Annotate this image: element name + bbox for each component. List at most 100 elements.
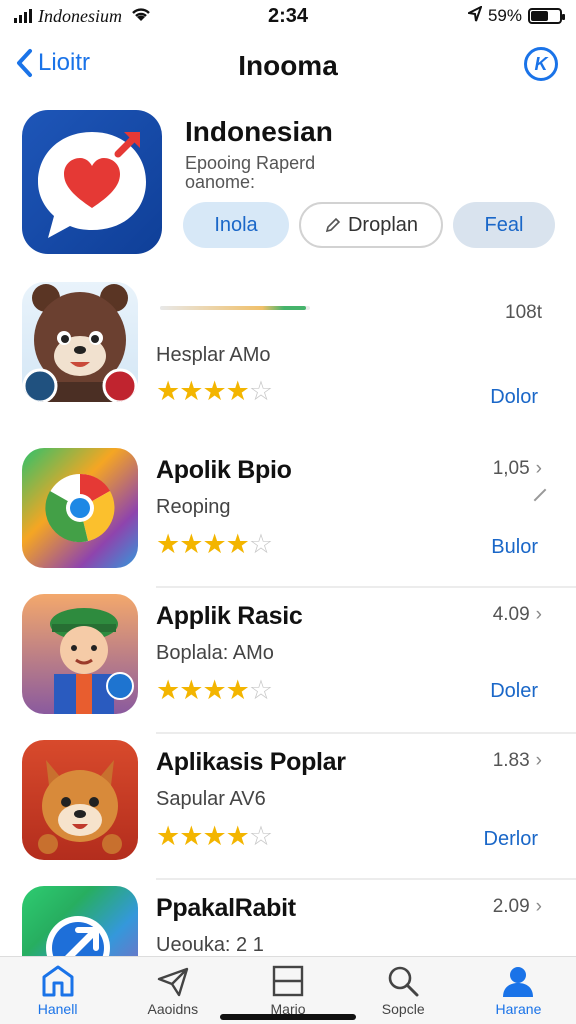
star-rating: ★★★★☆ [156,821,273,851]
tab-label: Sopcle [381,1001,425,1017]
app-count: 2.09 › [493,896,542,918]
star-empty-icon: ☆ [248,675,273,705]
list-item[interactable]: Hesplar AMo ★★★★☆ 108t Dolor [0,282,576,422]
star-rating: ★★★★☆ [156,529,273,559]
tab-home[interactable]: Hanell [0,957,115,1024]
chevron-right-icon: › [535,604,542,625]
battery-percentage: 59% [487,6,522,25]
star-empty-icon: ☆ [248,821,273,851]
star-rating: ★★★★☆ [156,675,273,705]
app-count: 1,05 › [493,458,542,480]
star-empty-icon: ☆ [248,529,273,559]
feal-button[interactable]: Feal [453,202,555,248]
featured-app-subtitle: Epooing Raperd oanome: [185,154,315,192]
featured-subtitle-line-1: Epooing Raperd [185,153,316,173]
cellular-signal-icon [14,9,32,23]
star-filled-icon: ★ [179,821,203,851]
inola-button[interactable]: Inola [183,202,289,248]
row-divider [156,878,576,880]
app-action-button[interactable]: Dolor [490,386,538,409]
colorful-browser-app-icon [22,448,138,568]
carrier-name: Indonesium [38,5,122,26]
app-count-value: 4.09 [492,604,530,625]
tab-apps[interactable]: Aaoidns [115,957,230,1024]
app-action-button[interactable]: Doler [490,680,538,703]
wifi-icon [130,6,152,27]
star-filled-icon: ★ [202,675,226,705]
star-filled-icon: ★ [156,675,180,705]
featured-subtitle-line-2: oanome: [185,172,256,192]
navigation-bar: Lioitr Inooma K [0,40,576,90]
chevron-right-icon: › [535,896,542,917]
chevron-right-icon: › [535,750,542,771]
app-count: 4.09 › [493,604,542,626]
location-arrow-icon [465,4,483,27]
star-filled-icon: ★ [225,376,250,406]
home-icon [42,965,74,997]
heart-chat-icon [38,132,146,238]
page-title: Inooma [238,50,338,81]
bear-app-icon [22,282,138,402]
row-divider [156,732,576,734]
star-filled-icon: ★ [156,529,180,559]
pencil-icon [325,217,341,233]
featured-app-title: Indonesian [185,116,333,147]
app-name: PpakalRabit [156,894,296,922]
paper-plane-icon [157,967,188,997]
tab-label: Hanell [37,1001,78,1017]
star-filled-icon: ★ [202,529,226,559]
app-subtitle: Ueouka: 2 1 [156,934,264,956]
app-count-value: 1.83 [492,750,530,771]
search-icon [388,966,419,997]
droplan-button[interactable]: Droplan [299,202,443,248]
app-action-button[interactable]: Derlor [484,828,538,851]
star-filled-icon: ★ [179,675,203,705]
tab-bar: Hanell Aaoidns Mario Sopcle Harane [0,956,576,1024]
star-filled-icon: ★ [156,376,180,406]
app-action-button[interactable]: Bulor [491,536,538,559]
featured-app-icon[interactable] [22,110,162,254]
app-count-value: 1,05 [492,458,530,479]
app-subtitle: Reoping [156,496,231,518]
tab-search[interactable]: Sopcle [346,957,461,1024]
star-empty-icon: ☆ [248,376,273,406]
star-filled-icon: ★ [225,529,250,559]
list-item[interactable]: Applik Rasic Boplala: AMo ★★★★☆ 4.09 › Do… [0,594,576,734]
person-icon [503,967,534,997]
app-count: 108t [505,302,542,323]
list-item[interactable]: Aplikasis Poplar Sapular AV6 ★★★★☆ 1.83 ›… [0,740,576,880]
star-filled-icon: ★ [156,821,180,851]
app-name: Apolik Bpio [156,456,292,484]
account-icon-button[interactable]: K [524,47,558,81]
app-name: Aplikasis Poplar [156,748,346,776]
app-count: 1.83 › [493,750,542,772]
app-count-value: 2.09 [492,896,530,917]
app-name: Applik Rasic [156,602,303,630]
star-rating: ★★★★☆ [156,376,273,406]
app-subtitle: Boplala: AMo [156,642,274,664]
star-filled-icon: ★ [202,376,226,406]
droplan-label: Droplan [347,213,419,236]
tab-label: Harane [495,1001,542,1017]
boy-character-app-icon [22,594,138,714]
list-item[interactable]: Apolik Bpio Reoping ★★★★☆ 1,05 › Bulor [0,448,576,588]
download-progress-bar [160,306,310,310]
chevron-right-icon: › [535,458,542,479]
app-subtitle: Sapular AV6 [156,788,266,810]
status-bar: Indonesium 2:34 59% [0,0,576,32]
battery-level [531,11,548,21]
star-filled-icon: ★ [202,821,226,851]
square-grid-icon [272,965,304,997]
star-filled-icon: ★ [225,821,250,851]
app-subtitle: Hesplar AMo [156,344,271,366]
star-filled-icon: ★ [179,529,203,559]
tab-label: Aaoidns [147,1001,199,1017]
download-progress-fill [160,306,306,310]
k-circle-icon: K [534,53,548,74]
tab-profile[interactable]: Harane [461,957,576,1024]
slash-divider [533,488,547,502]
home-indicator [220,1014,356,1020]
star-filled-icon: ★ [225,675,250,705]
featured-app: Indonesian Epooing Raperd oanome: Inola … [22,110,562,260]
row-divider [156,586,576,588]
